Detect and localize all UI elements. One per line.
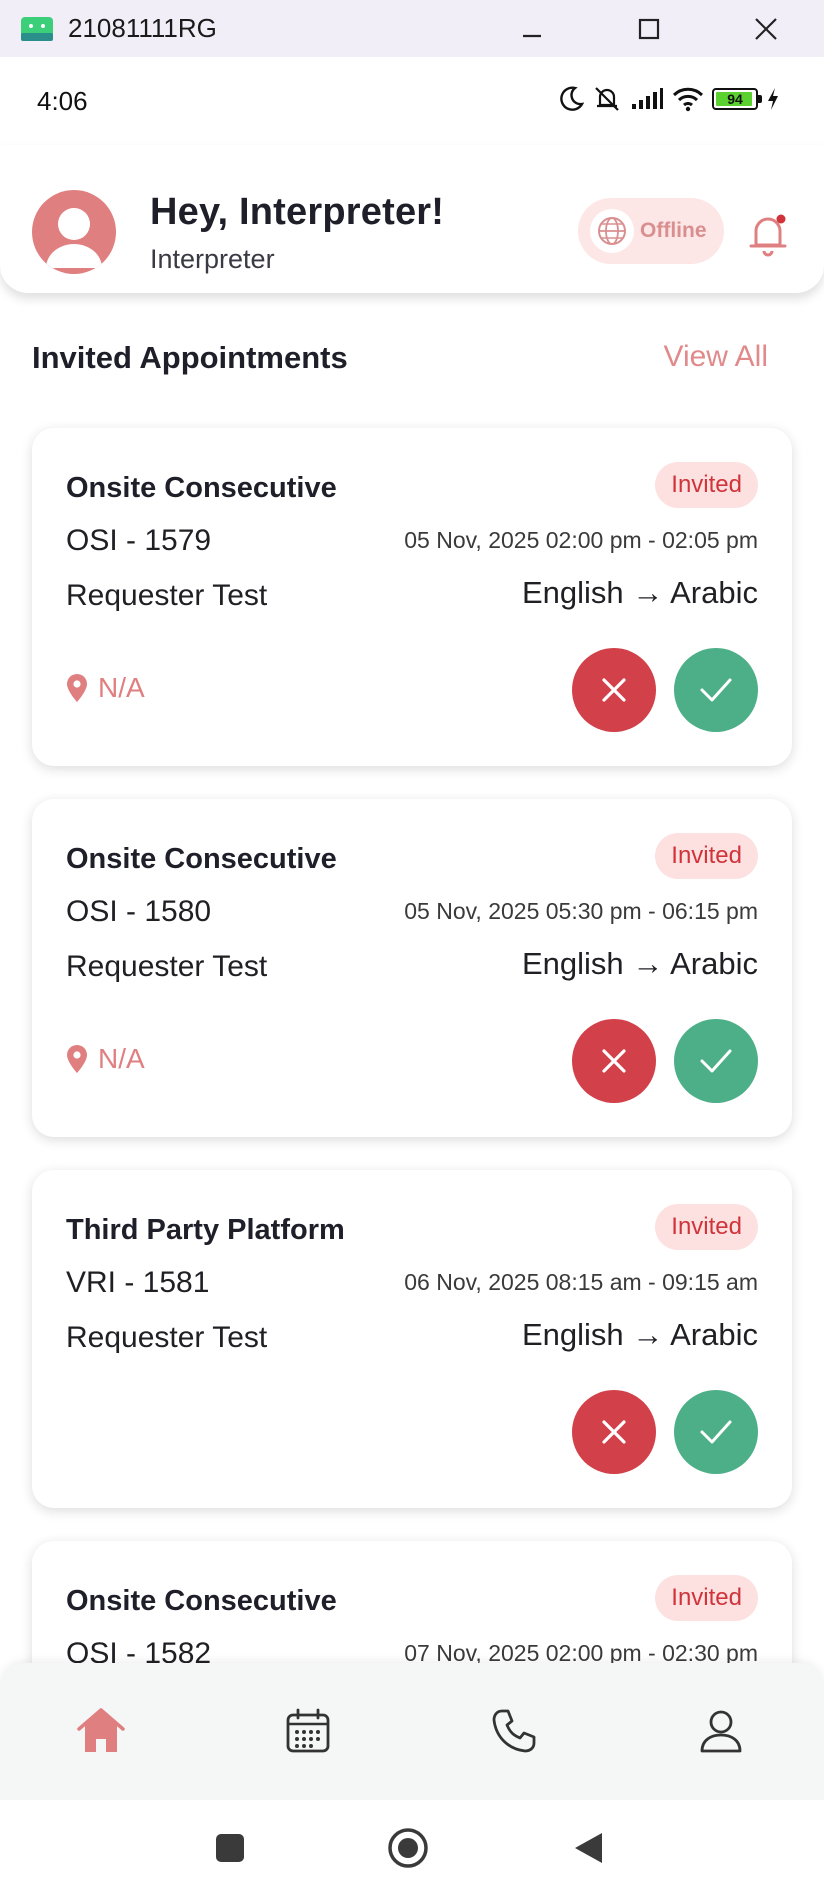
appointment-datetime: 06 Nov, 2025 08:15 am - 09:15 am bbox=[404, 1269, 758, 1295]
location: N/A bbox=[66, 1043, 145, 1075]
requester-name: Requester Test bbox=[66, 1321, 268, 1354]
close-icon bbox=[602, 1420, 626, 1444]
close-icon bbox=[602, 1049, 626, 1073]
location-text: N/A bbox=[98, 672, 145, 703]
phone-status-bar: 4:06 94 bbox=[0, 57, 824, 145]
availability-status: Offline bbox=[640, 219, 707, 242]
greeting-title: Hey, Interpreter! bbox=[150, 191, 445, 233]
avatar[interactable] bbox=[32, 190, 116, 274]
minimize-icon bbox=[522, 34, 541, 37]
home-system-button[interactable] bbox=[386, 1826, 430, 1870]
appointment-card[interactable]: Third Party Platform Invited VRI - 1581 … bbox=[32, 1170, 792, 1508]
appointment-code: OSI - 1580 bbox=[66, 895, 212, 928]
recents-square-icon bbox=[216, 1834, 244, 1862]
bottom-navigation bbox=[0, 1663, 824, 1800]
phone-icon bbox=[492, 1709, 536, 1753]
appointment-card[interactable]: Onsite Consecutive Invited OSI - 1579 05… bbox=[32, 428, 792, 766]
minimize-button[interactable] bbox=[473, 0, 590, 57]
home-circle-icon bbox=[388, 1828, 428, 1868]
close-window-button[interactable] bbox=[707, 0, 824, 57]
appointment-datetime: 05 Nov, 2025 02:00 pm - 02:05 pm bbox=[404, 527, 758, 553]
status-badge: Invited bbox=[655, 833, 758, 879]
android-app-icon bbox=[21, 16, 53, 41]
wifi-icon bbox=[672, 87, 704, 112]
window-titlebar: 21081111RG bbox=[0, 0, 824, 57]
maximize-icon bbox=[638, 18, 659, 39]
charging-bolt-icon bbox=[768, 88, 778, 110]
location-pin-icon bbox=[67, 1045, 87, 1073]
language-pair: English → Arabic bbox=[521, 946, 758, 981]
accept-button[interactable] bbox=[674, 1390, 758, 1474]
user-avatar-icon bbox=[46, 208, 102, 268]
system-navigation-bar bbox=[0, 1800, 824, 1894]
checkmark-icon bbox=[700, 1049, 732, 1073]
window-title: 21081111RG bbox=[68, 13, 217, 43]
location-pin-icon bbox=[67, 674, 87, 702]
battery-indicator: 94 bbox=[712, 88, 762, 110]
accept-button[interactable] bbox=[674, 648, 758, 732]
requester-name: Requester Test bbox=[66, 579, 268, 612]
checkmark-icon bbox=[700, 678, 732, 702]
recents-button[interactable] bbox=[208, 1826, 252, 1870]
appointment-code: VRI - 1581 bbox=[66, 1266, 210, 1299]
nav-home[interactable] bbox=[71, 1701, 131, 1761]
view-all-link[interactable]: View All bbox=[663, 340, 768, 374]
status-badge: Invited bbox=[655, 1575, 758, 1621]
status-badge: Invited bbox=[655, 462, 758, 508]
calendar-icon bbox=[286, 1708, 330, 1753]
reject-button[interactable] bbox=[572, 1390, 656, 1474]
muted-bell-icon bbox=[595, 87, 619, 111]
reject-button[interactable] bbox=[572, 1019, 656, 1103]
home-icon bbox=[77, 1708, 125, 1752]
location: N/A bbox=[66, 672, 145, 704]
close-icon bbox=[602, 678, 626, 702]
back-button[interactable] bbox=[566, 1826, 610, 1870]
moon-icon bbox=[560, 86, 584, 111]
profile-icon bbox=[700, 1710, 742, 1753]
appointment-datetime: 05 Nov, 2025 05:30 pm - 06:15 pm bbox=[404, 898, 758, 924]
appointment-type: Onsite Consecutive bbox=[66, 1585, 337, 1617]
globe-icon bbox=[590, 209, 634, 253]
reject-button[interactable] bbox=[572, 648, 656, 732]
section-title: Invited Appointments bbox=[32, 340, 348, 375]
nav-calendar[interactable] bbox=[278, 1701, 338, 1761]
back-triangle-icon bbox=[575, 1833, 602, 1863]
appointment-type: Third Party Platform bbox=[66, 1214, 345, 1246]
availability-toggle[interactable]: Offline bbox=[578, 198, 724, 264]
nav-calls[interactable] bbox=[484, 1701, 544, 1761]
language-pair: English → Arabic bbox=[521, 1317, 758, 1352]
status-badge: Invited bbox=[655, 1204, 758, 1250]
notification-bell-icon bbox=[749, 214, 787, 257]
location-text: N/A bbox=[98, 1043, 145, 1074]
checkmark-icon bbox=[700, 1420, 732, 1444]
appointment-type: Onsite Consecutive bbox=[66, 472, 337, 504]
language-pair: English → Arabic bbox=[521, 575, 758, 610]
maximize-button[interactable] bbox=[590, 0, 707, 57]
appointment-code: OSI - 1579 bbox=[66, 524, 212, 557]
close-icon bbox=[754, 17, 777, 40]
accept-button[interactable] bbox=[674, 1019, 758, 1103]
status-time: 4:06 bbox=[37, 85, 88, 116]
user-role: Interpreter bbox=[150, 244, 275, 274]
notifications-button[interactable] bbox=[746, 209, 790, 259]
appointment-type: Onsite Consecutive bbox=[66, 843, 337, 875]
appointment-card[interactable]: Onsite Consecutive Invited OSI - 1580 05… bbox=[32, 799, 792, 1137]
nav-profile[interactable] bbox=[691, 1701, 751, 1761]
battery-level: 94 bbox=[727, 91, 743, 107]
signal-icon bbox=[632, 88, 663, 109]
requester-name: Requester Test bbox=[66, 950, 268, 983]
app-header: Hey, Interpreter! Interpreter Offline bbox=[0, 145, 824, 293]
